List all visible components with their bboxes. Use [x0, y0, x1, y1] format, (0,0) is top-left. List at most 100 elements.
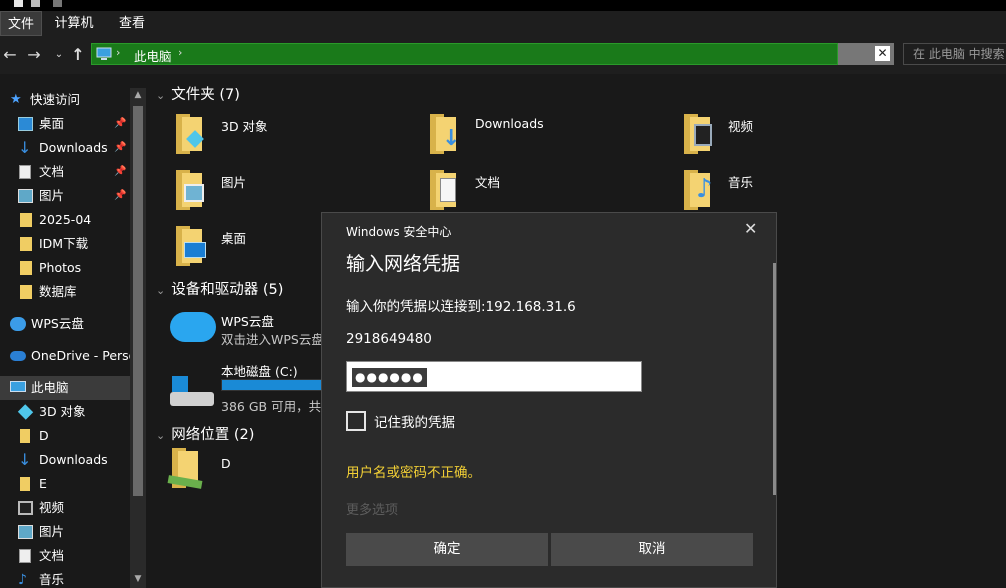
collapse-chevron-icon[interactable]: ⌄: [156, 284, 165, 297]
search-input[interactable]: 在 此电脑 中搜索: [903, 43, 1006, 65]
dialog-scrollbar[interactable]: [773, 263, 776, 495]
document-icon: [440, 178, 456, 202]
sidebar-item-pictures[interactable]: 图片 📌: [0, 184, 132, 208]
sidebar-item-documents[interactable]: 文档 📌: [0, 160, 132, 184]
folder-icon: ♪: [684, 170, 713, 210]
folder-pictures[interactable]: 图片: [221, 172, 246, 191]
back-button[interactable]: ←: [0, 44, 20, 66]
folder-icon: [430, 170, 458, 210]
download-icon: ↓: [442, 126, 461, 151]
cancel-button[interactable]: 取消: [551, 533, 753, 566]
window-icon: [14, 0, 23, 7]
up-button[interactable]: ↑: [68, 44, 88, 66]
sidebar-item-d[interactable]: D: [0, 424, 132, 448]
username-display: 2918649480: [346, 331, 432, 347]
address-bar[interactable]: › 此电脑 ›: [91, 43, 838, 65]
clear-address-icon[interactable]: ✕: [875, 46, 890, 61]
sidebar-item-idm[interactable]: IDM下载: [0, 232, 132, 256]
network-drive-icon: [167, 448, 203, 489]
music-icon: ♪: [696, 174, 713, 204]
sidebar-item-downloads[interactable]: ↓ Downloads 📌: [0, 136, 132, 160]
sidebar-item-pc-pictures[interactable]: 图片: [0, 520, 132, 544]
sidebar-scrollbar[interactable]: ▲ ▼: [130, 88, 146, 588]
tab-computer[interactable]: 计算机: [48, 11, 100, 36]
remember-credentials-checkbox[interactable]: [346, 411, 366, 431]
hard-drive-icon: [170, 376, 214, 406]
document-icon: [19, 165, 31, 179]
picture-icon: [184, 184, 204, 202]
folder-downloads[interactable]: Downloads: [475, 116, 544, 131]
computer-icon: [96, 47, 112, 60]
sidebar-item-wps-cloud[interactable]: WPS云盘: [0, 312, 132, 336]
sidebar-item-music[interactable]: ♪ 音乐: [0, 568, 132, 588]
download-icon: ↓: [18, 138, 32, 157]
drive-c[interactable]: 本地磁盘 (C:): [221, 361, 298, 380]
folder-icon: [176, 170, 204, 210]
tab-file[interactable]: 文件: [0, 11, 42, 36]
desktop-icon: [18, 117, 33, 131]
folder-icon: [20, 213, 32, 227]
download-icon: ↓: [18, 450, 32, 469]
sidebar-item-3d-objects[interactable]: 3D 对象: [0, 400, 132, 424]
close-icon[interactable]: ✕: [744, 219, 757, 238]
pin-icon: 📌: [114, 118, 127, 129]
sidebar-item-database[interactable]: 数据库: [0, 280, 132, 304]
sidebar-item-2025-04[interactable]: 2025-04: [0, 208, 132, 232]
onedrive-icon: [10, 351, 26, 361]
group-devices-header[interactable]: ⌄ 设备和驱动器 (5): [156, 278, 283, 299]
scroll-down-icon[interactable]: ▼: [130, 572, 146, 586]
star-icon: ★: [10, 92, 22, 107]
device-wps-subtitle: 双击进入WPS云盘: [221, 332, 324, 347]
desktop-icon: [184, 242, 206, 258]
folder-3d-objects[interactable]: 3D 对象: [221, 116, 268, 135]
sidebar-quick-access[interactable]: ★ 快速访问: [0, 88, 132, 112]
sidebar-item-photos[interactable]: Photos: [0, 256, 132, 280]
3d-object-icon: [17, 404, 34, 420]
breadcrumb-this-pc[interactable]: 此电脑: [134, 46, 172, 65]
error-message: 用户名或密码不正确。: [346, 465, 481, 481]
more-options-link[interactable]: 更多选项: [346, 499, 398, 518]
quick-access-toolbar-icon: [53, 0, 62, 7]
recent-locations-button[interactable]: ⌄: [49, 44, 69, 66]
folder-documents[interactable]: 文档: [475, 172, 500, 191]
group-network-header[interactable]: ⌄ 网络位置 (2): [156, 423, 254, 444]
folder-icon: [20, 237, 32, 251]
collapse-chevron-icon[interactable]: ⌄: [156, 429, 165, 442]
tab-view[interactable]: 查看: [110, 11, 154, 36]
wps-cloud-icon: [170, 312, 216, 342]
sidebar-item-pc-documents[interactable]: 文档: [0, 544, 132, 568]
quick-access-toolbar-icon: [31, 0, 40, 7]
password-field[interactable]: ●●●●●●: [346, 361, 642, 392]
sidebar-item-pc-downloads[interactable]: ↓ Downloads: [0, 448, 132, 472]
navigation-pane: ★ 快速访问 桌面 📌 ↓ Downloads 📌 文档 📌 图片 📌 2025…: [0, 74, 148, 588]
drive-usage-bar: [221, 379, 323, 391]
computer-icon: [10, 381, 26, 392]
collapse-chevron-icon[interactable]: ⌄: [156, 89, 165, 102]
folder-music[interactable]: 音乐: [728, 172, 753, 191]
sidebar-item-desktop[interactable]: 桌面 📌: [0, 112, 132, 136]
sidebar-item-e[interactable]: E: [0, 472, 132, 496]
scroll-up-icon[interactable]: ▲: [130, 88, 146, 102]
breadcrumb-separator-icon: ›: [116, 46, 121, 59]
credential-dialog: Windows 安全中心 ✕ 输入网络凭据 输入你的凭据以连接到:192.168…: [321, 212, 777, 588]
ribbon: 文件 计算机 查看: [0, 11, 1006, 36]
dialog-title: 输入网络凭据: [346, 253, 461, 275]
folder-videos[interactable]: 视频: [728, 116, 753, 135]
sidebar-item-videos[interactable]: 视频: [0, 496, 132, 520]
folder-icon: [20, 285, 32, 299]
folder-icon: [684, 114, 712, 154]
device-wps-cloud[interactable]: WPS云盘: [221, 311, 274, 330]
forward-button[interactable]: →: [24, 44, 44, 66]
scrollbar-thumb[interactable]: [133, 106, 143, 496]
sidebar-item-this-pc[interactable]: 此电脑: [0, 376, 132, 400]
sidebar-item-onedrive[interactable]: OneDrive - Perso: [0, 344, 132, 368]
folder-desktop[interactable]: 桌面: [221, 228, 246, 247]
network-drive-icon: [20, 429, 30, 443]
ok-button[interactable]: 确定: [346, 533, 548, 566]
drive-free-space: 386 GB 可用，共 9: [221, 399, 333, 414]
network-item-d[interactable]: D: [221, 456, 231, 471]
group-folders-header[interactable]: ⌄ 文件夹 (7): [156, 83, 240, 104]
pin-icon: 📌: [114, 190, 127, 201]
breadcrumb-chevron-icon[interactable]: ›: [178, 46, 182, 59]
remember-credentials-label[interactable]: 记住我的凭据: [374, 411, 455, 431]
